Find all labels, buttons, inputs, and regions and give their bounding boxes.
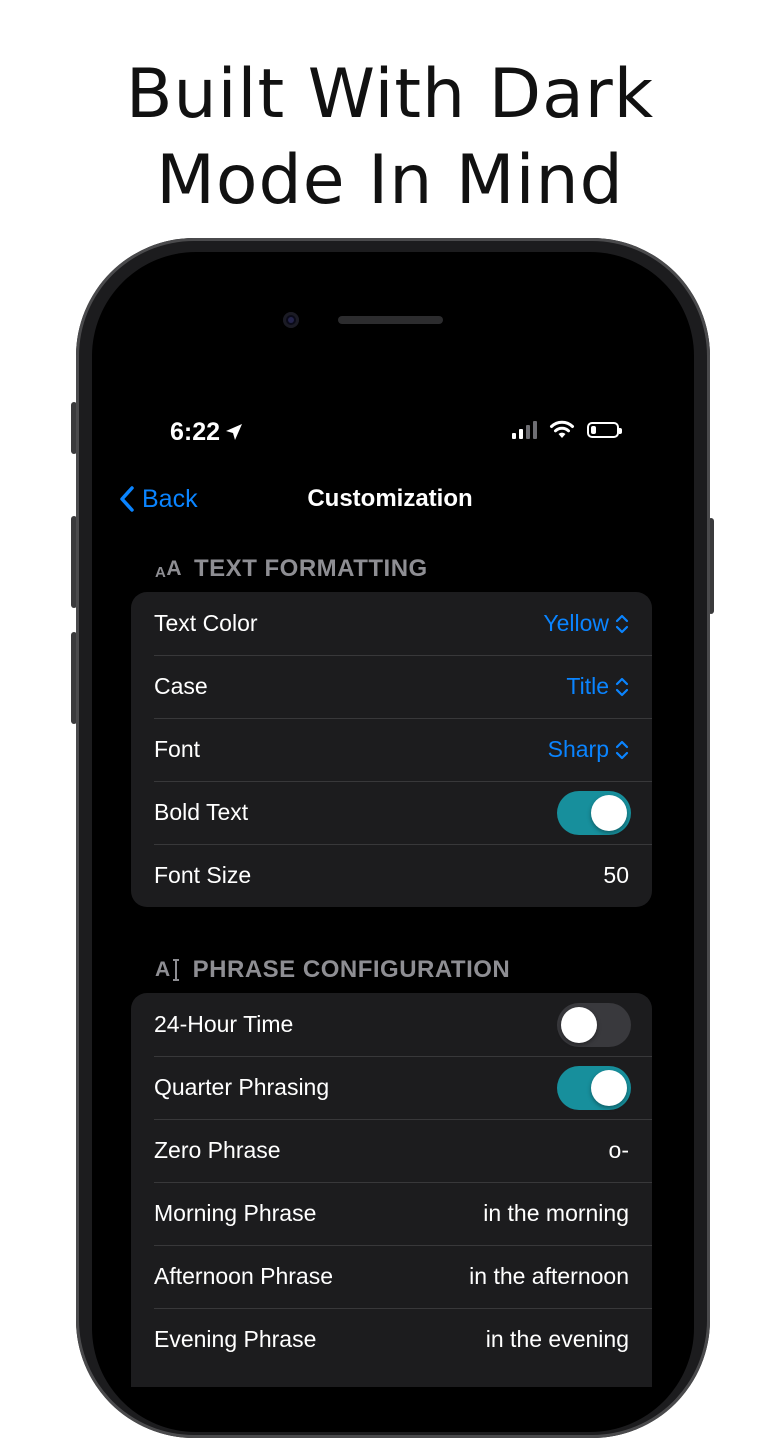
morning-phrase-label: Morning Phrase xyxy=(154,1200,317,1226)
section-title-text-formatting: TEXT FORMATTING xyxy=(194,555,428,582)
zero-phrase-row[interactable]: Zero Phrase o- xyxy=(131,1119,652,1182)
bold-text-toggle[interactable] xyxy=(557,790,631,835)
battery-icon xyxy=(587,422,622,438)
section-header-phrase-configuration: A PHRASE CONFIGURATION xyxy=(155,955,510,985)
bold-text-row: Bold Text xyxy=(131,781,652,844)
case-picker[interactable]: Title xyxy=(566,673,629,700)
zero-phrase-value: o- xyxy=(608,1137,629,1163)
page-title: Customization xyxy=(307,485,473,512)
status-bar-time: 6:22 xyxy=(170,416,244,448)
back-label: Back xyxy=(142,484,198,513)
bold-text-label: Bold Text xyxy=(154,799,249,825)
case-value: Title xyxy=(566,673,609,699)
toggle-knob xyxy=(591,794,627,831)
back-button[interactable]: Back xyxy=(118,480,198,518)
zero-phrase-label: Zero Phrase xyxy=(154,1137,281,1163)
quarter-phrasing-toggle[interactable] xyxy=(557,1065,631,1110)
font-size-label: Font Size xyxy=(154,862,252,888)
font-picker[interactable]: Sharp xyxy=(548,736,629,763)
headline-line-1: Built With Dark xyxy=(125,55,655,134)
toggle-knob xyxy=(561,1006,597,1043)
section-title-phrase-configuration: PHRASE CONFIGURATION xyxy=(192,956,511,983)
case-row[interactable]: Case Title xyxy=(131,655,652,718)
font-label: Font xyxy=(154,736,201,762)
status-bar-icons xyxy=(512,420,622,440)
evening-phrase-value: in the evening xyxy=(485,1326,629,1352)
morning-phrase-row[interactable]: Morning Phrase in the morning xyxy=(131,1182,652,1245)
text-cursor-icon: A xyxy=(155,958,181,982)
toggle-knob xyxy=(591,1069,627,1106)
phrase-icon-letter: A xyxy=(155,958,171,981)
location-arrow-icon xyxy=(226,424,243,440)
24-hour-time-row: 24-Hour Time xyxy=(131,993,652,1056)
chevron-up-down-icon xyxy=(615,740,629,759)
font-size-row[interactable]: Font Size 50 xyxy=(131,844,652,907)
quarter-phrasing-label: Quarter Phrasing xyxy=(154,1074,330,1100)
text-size-icon: AA xyxy=(155,557,183,581)
font-value: Sharp xyxy=(547,736,609,762)
clock-text: 6:22 xyxy=(170,417,221,446)
font-row[interactable]: Font Sharp xyxy=(131,718,652,781)
morning-phrase-value: in the morning xyxy=(483,1200,629,1226)
text-formatting-group: Text Color Yellow Case Title Font Sharp … xyxy=(131,592,652,907)
marketing-headline: Built With Dark Mode In Mind xyxy=(0,52,780,224)
chevron-up-down-icon xyxy=(615,614,629,633)
chevron-left-icon xyxy=(120,486,134,512)
text-color-row[interactable]: Text Color Yellow xyxy=(131,592,652,655)
afternoon-phrase-row[interactable]: Afternoon Phrase in the afternoon xyxy=(131,1245,652,1308)
afternoon-phrase-label: Afternoon Phrase xyxy=(154,1263,334,1289)
earpiece-speaker xyxy=(338,316,443,324)
text-color-picker[interactable]: Yellow xyxy=(543,610,629,637)
battery-level-fill xyxy=(591,426,596,434)
case-label: Case xyxy=(154,673,208,699)
afternoon-phrase-value: in the afternoon xyxy=(469,1263,629,1289)
text-color-label: Text Color xyxy=(154,610,258,636)
24-hour-time-label: 24-Hour Time xyxy=(154,1011,294,1037)
24-hour-time-toggle[interactable] xyxy=(557,1002,631,1047)
phrase-configuration-group: 24-Hour Time Quarter Phrasing Zero Phras… xyxy=(131,993,652,1387)
wifi-icon xyxy=(550,420,574,438)
section-header-text-formatting: AA TEXT FORMATTING xyxy=(155,554,428,584)
cellular-signal-icon xyxy=(512,421,537,439)
evening-phrase-row[interactable]: Evening Phrase in the evening xyxy=(131,1308,652,1371)
chevron-up-down-icon xyxy=(615,677,629,696)
front-camera xyxy=(283,312,299,328)
headline-line-2: Mode In Mind xyxy=(156,141,624,220)
evening-phrase-label: Evening Phrase xyxy=(154,1326,317,1352)
text-color-value: Yellow xyxy=(543,610,609,636)
quarter-phrasing-row: Quarter Phrasing xyxy=(131,1056,652,1119)
font-size-value: 50 xyxy=(603,862,629,888)
